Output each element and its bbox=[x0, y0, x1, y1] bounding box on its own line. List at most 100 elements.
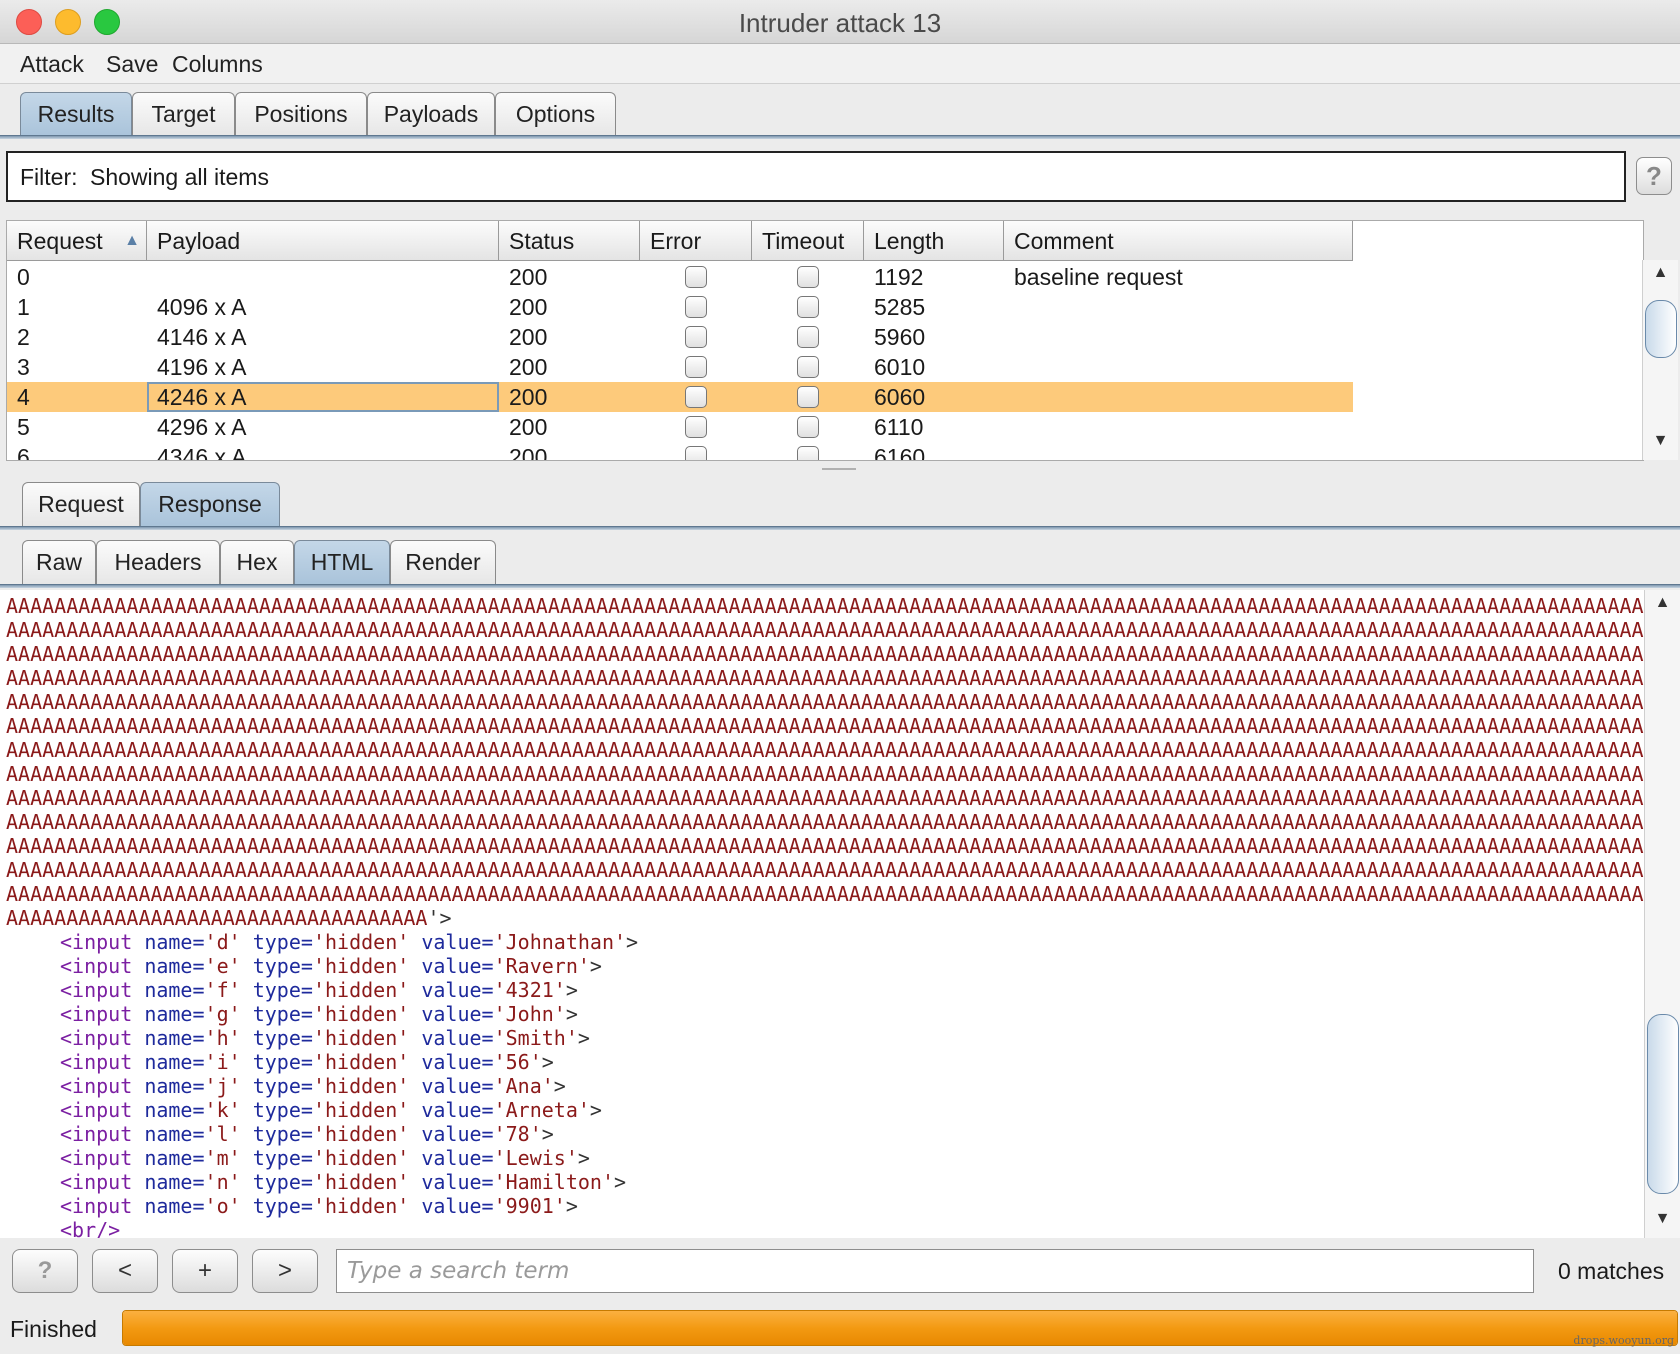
watermark: drops.wooyun.org bbox=[1573, 1334, 1674, 1347]
cell-request: 0 bbox=[17, 264, 30, 290]
column-header-status[interactable]: Status bbox=[499, 221, 640, 261]
table-header: Request ▲ Payload Status Error Timeout L… bbox=[7, 221, 1353, 261]
tab-results[interactable]: Results bbox=[20, 92, 132, 137]
quote: ' bbox=[397, 1146, 410, 1170]
tab-payloads[interactable]: Payloads bbox=[367, 92, 495, 137]
column-header-error[interactable]: Error bbox=[640, 221, 752, 261]
tab-render[interactable]: Render bbox=[390, 540, 496, 585]
attr-value: Hamilton bbox=[505, 1170, 602, 1194]
cell-payload: 4296 x A bbox=[157, 414, 247, 440]
payload-text: AAAAAAAAAAAAAAAAAAAAAAAAAAAAAAAAAAAAAAAA… bbox=[6, 690, 1648, 714]
attr-value: Ana bbox=[505, 1074, 542, 1098]
table-row[interactable]: 0 200 1192 baseline request bbox=[7, 262, 1353, 292]
search-input[interactable] bbox=[336, 1249, 1534, 1293]
tab-request[interactable]: Request bbox=[22, 482, 140, 527]
attr-type: type= bbox=[252, 930, 313, 954]
cell-comment: baseline request bbox=[1014, 264, 1183, 290]
search-help-button[interactable]: ? bbox=[12, 1249, 78, 1293]
code-line: AAAAAAAAAAAAAAAAAAAAAAAAAAAAAAAAAAAAAAAA… bbox=[6, 834, 1648, 858]
filter-value: Showing all items bbox=[90, 164, 269, 190]
quote: ' bbox=[228, 1146, 241, 1170]
filter-help-button[interactable]: ? bbox=[1636, 157, 1672, 195]
filter-label: Filter: bbox=[20, 164, 78, 190]
attr-value: hidden bbox=[324, 1098, 398, 1122]
menu-attack[interactable]: Attack bbox=[20, 51, 84, 78]
tab-options[interactable]: Options bbox=[495, 92, 616, 137]
search-next-button[interactable]: > bbox=[252, 1249, 318, 1293]
tab-positions[interactable]: Positions bbox=[235, 92, 367, 137]
quote: ' bbox=[312, 954, 325, 978]
tag-open: < bbox=[60, 1194, 73, 1218]
attr-value: hidden bbox=[324, 1002, 398, 1026]
table-row[interactable]: 4 4246 x A 200 6060 bbox=[7, 382, 1353, 412]
tag-close: > bbox=[577, 1146, 590, 1170]
quote: ' bbox=[529, 1050, 542, 1074]
code-line: AAAAAAAAAAAAAAAAAAAAAAAAAAAAAAAAAAAAAAAA… bbox=[6, 882, 1648, 906]
tab-target[interactable]: Target bbox=[132, 92, 235, 137]
cell-comment bbox=[1004, 292, 1353, 322]
tag-close: > bbox=[589, 1098, 602, 1122]
attr-value: John bbox=[505, 1002, 554, 1026]
cell-request: 6 bbox=[17, 444, 30, 461]
attr-value-name: value= bbox=[421, 1098, 494, 1122]
attr-value-name: value= bbox=[421, 930, 494, 954]
tab-headers[interactable]: Headers bbox=[96, 540, 220, 585]
code-line: AAAAAAAAAAAAAAAAAAAAAAAAAAAAAAAAAAAAAAAA… bbox=[6, 642, 1648, 666]
response-scrollbar[interactable]: ▲ ▼ bbox=[1644, 590, 1680, 1238]
table-row[interactable]: 2 4146 x A 200 5960 bbox=[7, 322, 1353, 352]
cell-comment bbox=[1004, 412, 1353, 442]
menu-columns[interactable]: Columns bbox=[172, 51, 263, 78]
cell-request: 1 bbox=[17, 294, 30, 320]
tag-name: input bbox=[72, 1194, 133, 1218]
tab-response[interactable]: Response bbox=[140, 482, 280, 527]
column-header-timeout[interactable]: Timeout bbox=[752, 221, 864, 261]
column-header-length[interactable]: Length bbox=[864, 221, 1004, 261]
tag-close: '> bbox=[427, 906, 452, 930]
attr-name: name= bbox=[144, 1074, 205, 1098]
column-header-payload[interactable]: Payload bbox=[147, 221, 499, 261]
table-row[interactable]: 1 4096 x A 200 5285 bbox=[7, 292, 1353, 322]
attr-value-name: value= bbox=[421, 1050, 494, 1074]
scroll-up-icon[interactable]: ▲ bbox=[1643, 264, 1678, 282]
tab-hex[interactable]: Hex bbox=[220, 540, 294, 585]
filter-bar[interactable]: Filter: Showing all items bbox=[6, 151, 1626, 202]
tag-open: < bbox=[60, 1002, 73, 1026]
search-add-button[interactable]: + bbox=[172, 1249, 238, 1293]
scroll-up-icon[interactable]: ▲ bbox=[1645, 594, 1680, 612]
table-row[interactable]: 3 4196 x A 200 6010 bbox=[7, 352, 1353, 382]
column-header-comment[interactable]: Comment bbox=[1004, 221, 1353, 261]
tab-raw[interactable]: Raw bbox=[22, 540, 96, 585]
attr-value: Lewis bbox=[505, 1146, 566, 1170]
tab-html[interactable]: HTML bbox=[294, 540, 390, 585]
quote: ' bbox=[228, 1170, 241, 1194]
table-row[interactable]: 5 4296 x A 200 6110 bbox=[7, 412, 1353, 442]
table-scrollbar[interactable]: ▲ ▼ bbox=[1642, 260, 1678, 460]
column-header-request[interactable]: Request ▲ bbox=[7, 221, 147, 261]
scroll-down-icon[interactable]: ▼ bbox=[1645, 1210, 1680, 1228]
response-html-view[interactable]: AAAAAAAAAAAAAAAAAAAAAAAAAAAAAAAAAAAAAAAA… bbox=[0, 590, 1648, 1238]
table-row[interactable]: 6 4346 x A 200 6160 bbox=[7, 442, 1353, 461]
attr-value: e bbox=[216, 954, 229, 978]
quote: ' bbox=[228, 978, 241, 1002]
quote: ' bbox=[493, 1098, 506, 1122]
table-scrollbar-thumb[interactable] bbox=[1645, 300, 1677, 358]
quote: ' bbox=[397, 1098, 410, 1122]
menu-save[interactable]: Save bbox=[106, 51, 158, 78]
quote: ' bbox=[204, 1026, 217, 1050]
timeout-checkbox bbox=[797, 356, 819, 378]
error-checkbox bbox=[685, 416, 707, 438]
timeout-checkbox bbox=[797, 386, 819, 408]
quote: ' bbox=[228, 930, 241, 954]
attr-type: type= bbox=[252, 1170, 313, 1194]
response-scrollbar-thumb[interactable] bbox=[1647, 1014, 1679, 1194]
error-checkbox bbox=[685, 446, 707, 460]
code-line: <input name='m' type='hidden' value='Lew… bbox=[60, 1146, 590, 1170]
quote: ' bbox=[493, 1170, 506, 1194]
split-pane-divider[interactable] bbox=[822, 468, 856, 473]
tag-open: < bbox=[60, 1074, 73, 1098]
search-previous-button[interactable]: < bbox=[92, 1249, 158, 1293]
scroll-down-icon[interactable]: ▼ bbox=[1643, 432, 1678, 450]
cell-comment bbox=[1004, 382, 1353, 412]
timeout-checkbox bbox=[797, 416, 819, 438]
cell-length: 5285 bbox=[874, 294, 926, 320]
